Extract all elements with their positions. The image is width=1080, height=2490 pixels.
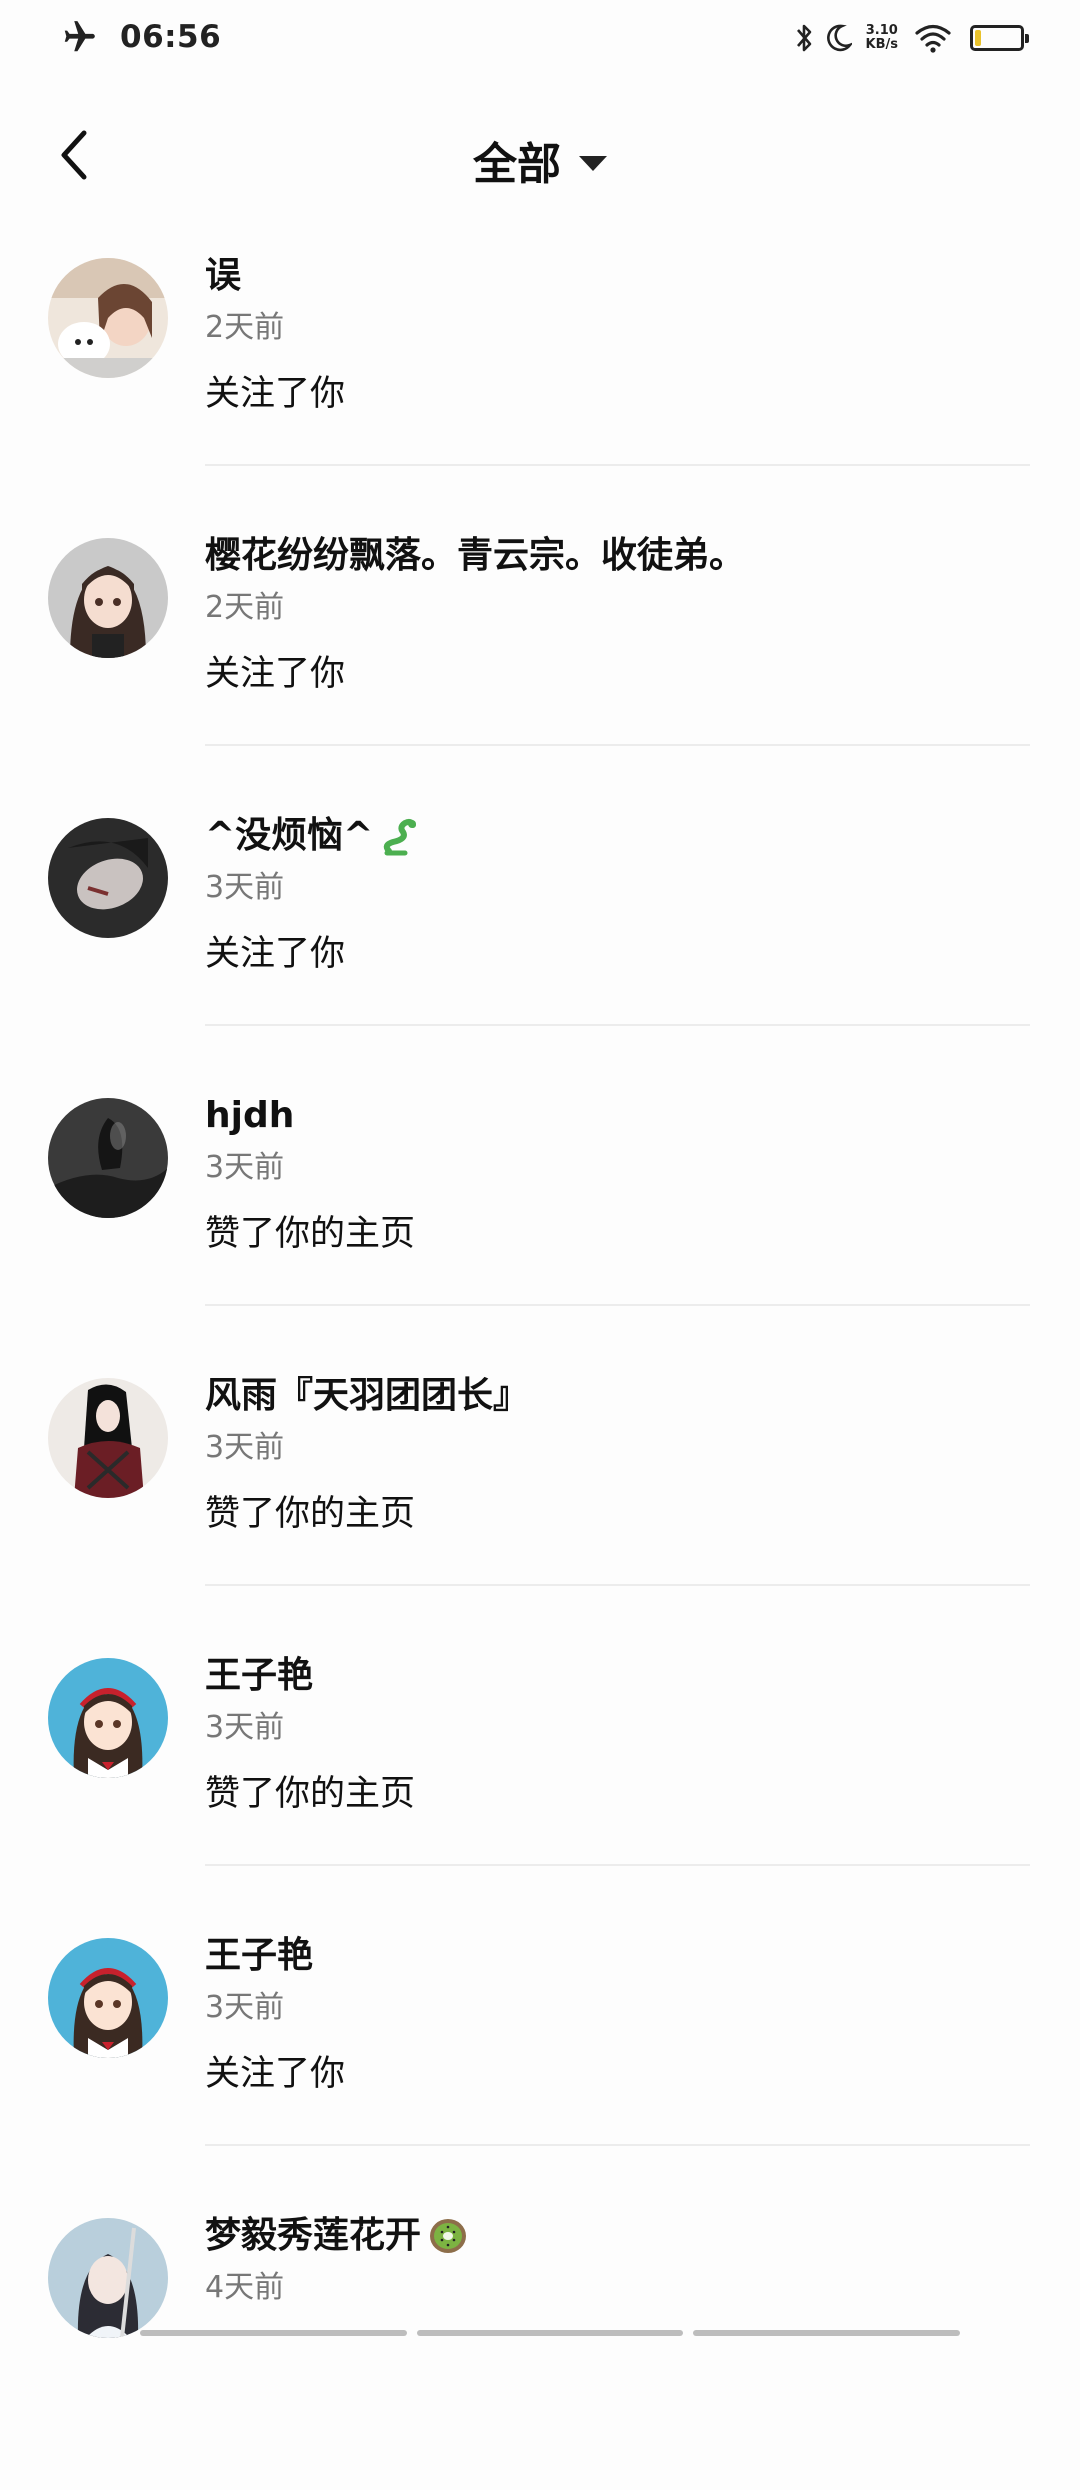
avatar[interactable] [48,1098,168,1218]
item-text: 王子艳 3天前 关注了你 [205,1930,1030,2100]
battery-fill [975,30,981,46]
user-name[interactable]: 樱花纷纷飘落。青云宗。收徒弟。 [205,530,1030,582]
timestamp: 3天前 [205,870,285,905]
chevron-down-icon [579,155,607,171]
avatar[interactable] [48,258,168,378]
list-item[interactable]: ^没烦恼^ 3天前 关注了你 [0,810,1080,1090]
net-speed: 3.10 KB/s [866,24,898,52]
action-text: 赞了你的主页 [205,1774,416,1814]
user-name[interactable]: 王子艳 [205,1650,1030,1702]
divider [205,1304,1030,1306]
bottom-indicator [140,2330,961,2336]
indicator-segment [693,2330,961,2336]
user-name[interactable]: hjdh [205,1090,1030,1142]
user-name[interactable]: 王子艳 [205,1930,1030,1982]
user-name: 梦毅秀莲花开 [205,2215,422,2256]
net-speed-unit: KB/s [865,37,898,52]
list-item[interactable]: 梦毅秀莲花开 4天前 [0,2210,1080,2490]
moon-icon [826,24,852,52]
indicator-segment [140,2330,407,2336]
battery-icon [970,25,1029,51]
item-text: hjdh 3天前 赞了你的主页 [205,1090,1030,1260]
timestamp: 3天前 [205,1430,285,1465]
user-name-row[interactable]: 梦毅秀莲花开 [205,2210,1030,2262]
item-text: 梦毅秀莲花开 4天前 [205,2210,1030,2310]
divider [205,744,1030,746]
avatar[interactable] [48,2218,168,2338]
status-left: 06:56 [60,18,221,56]
page-title: 全部 [473,139,561,190]
action-text: 关注了你 [205,654,346,694]
divider [205,464,1030,466]
user-name-row[interactable]: ^没烦恼^ [205,810,1030,862]
filter-dropdown[interactable]: 全部 [0,128,1080,192]
action-text: 关注了你 [205,374,346,414]
item-text: ^没烦恼^ 3天前 关注了你 [205,810,1030,980]
avatar[interactable] [48,1378,168,1498]
divider [205,1024,1030,1026]
list-item[interactable]: hjdh 3天前 赞了你的主页 [0,1090,1080,1370]
timestamp: 3天前 [205,1990,285,2025]
list-item[interactable]: 误 2天前 关注了你 [0,250,1080,530]
status-right: 3.10 KB/s [784,22,1029,54]
avatar[interactable] [48,1658,168,1778]
net-speed-value: 3.10 [865,23,898,38]
divider [205,2144,1030,2146]
wifi-icon [915,24,951,53]
timestamp: 4天前 [205,2270,285,2305]
action-text: 关注了你 [205,2054,346,2094]
indicator-segment [416,2330,684,2336]
divider [205,1864,1030,1866]
timestamp: 2天前 [205,590,285,625]
item-text: 误 2天前 关注了你 [205,250,1030,420]
snake-emoji-icon [384,818,417,856]
bluetooth-icon [796,24,811,52]
item-text: 王子艳 3天前 赞了你的主页 [205,1650,1030,1820]
timestamp: 3天前 [205,1710,285,1745]
list-item[interactable]: 樱花纷纷飘落。青云宗。收徒弟。 2天前 关注了你 [0,530,1080,810]
item-text: 风雨『天羽团团长』 3天前 赞了你的主页 [205,1370,1030,1540]
list-item[interactable]: 王子艳 3天前 赞了你的主页 [0,1650,1080,1930]
header: 全部 [0,110,1080,200]
action-text: 赞了你的主页 [205,1494,416,1534]
status-bar: 06:56 3.10 KB/s [0,0,1080,80]
avatar[interactable] [48,1938,168,2058]
user-name[interactable]: 误 [205,250,1030,302]
list-item[interactable]: 王子艳 3天前 关注了你 [0,1930,1080,2210]
avatar[interactable] [48,538,168,658]
divider [205,1584,1030,1586]
kiwi-emoji-icon [430,2219,467,2253]
action-text: 关注了你 [205,934,346,974]
list-item[interactable]: 风雨『天羽团团长』 3天前 赞了你的主页 [0,1370,1080,1650]
user-name[interactable]: 风雨『天羽团团长』 [205,1370,1030,1422]
status-time: 06:56 [120,19,222,55]
timestamp: 2天前 [205,310,285,345]
user-name: ^没烦恼^ [205,815,374,856]
action-text: 赞了你的主页 [205,1214,416,1254]
timestamp: 3天前 [205,1150,285,1185]
airplane-icon [64,21,95,52]
avatar[interactable] [48,818,168,938]
notification-list: 误 2天前 关注了你 樱花纷纷飘落。青云宗。收徒弟。 2天前 关注了你 ^没烦恼… [0,250,1080,2490]
item-text: 樱花纷纷飘落。青云宗。收徒弟。 2天前 关注了你 [205,530,1030,700]
